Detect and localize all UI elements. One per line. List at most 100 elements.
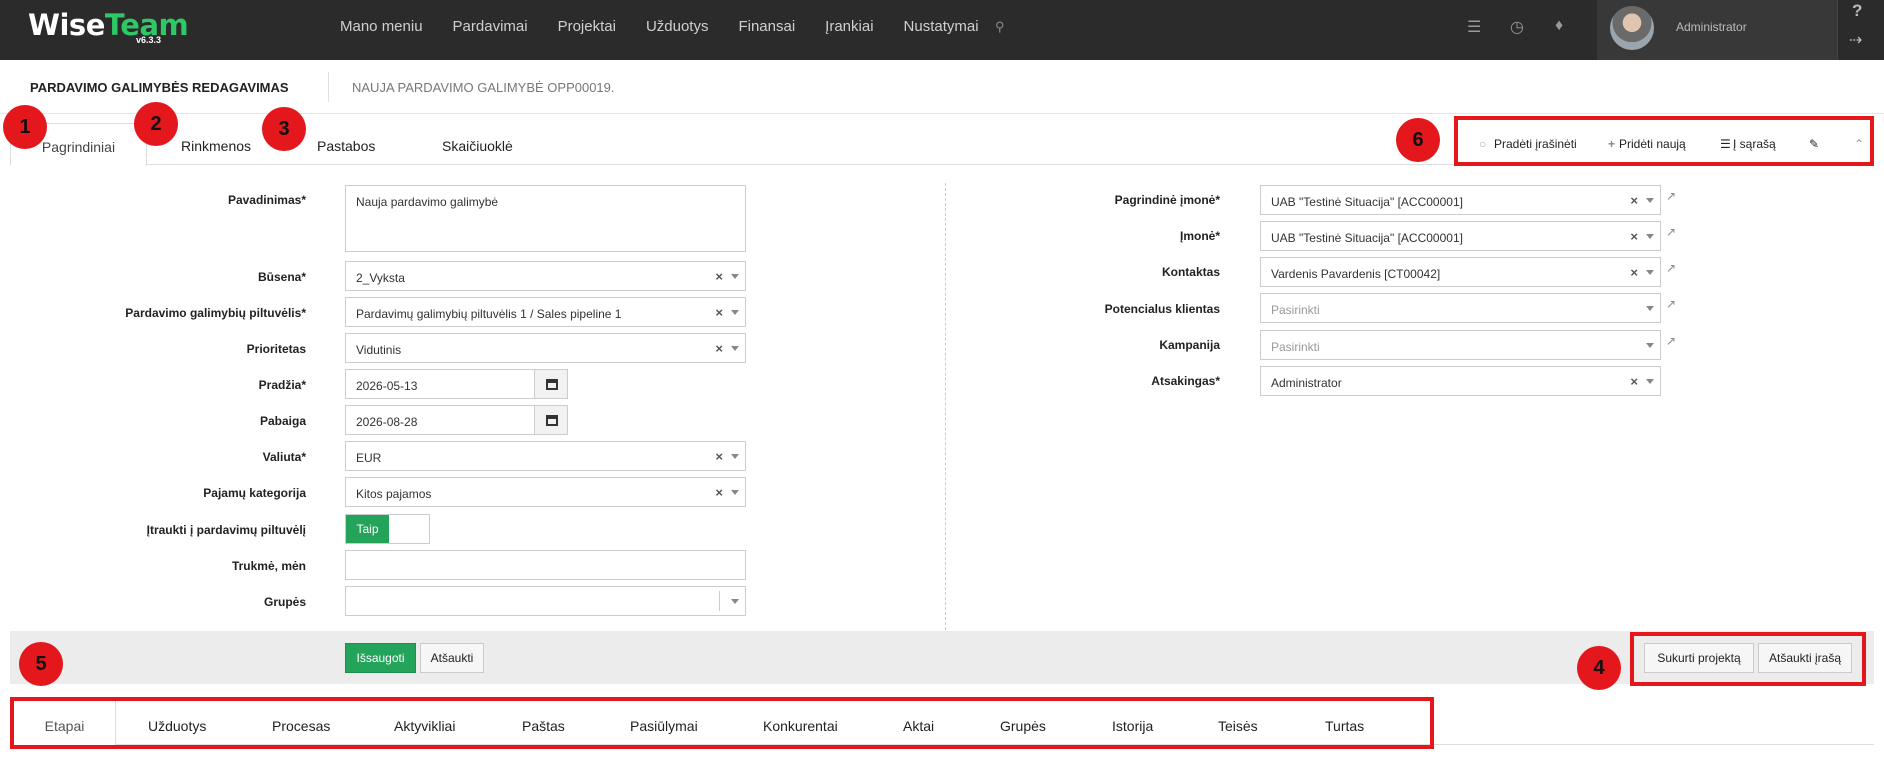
open-external-icon[interactable]: ↗ — [1666, 189, 1676, 203]
chevron-up-icon[interactable]: ⌃ — [1854, 137, 1864, 151]
nav-item-finance[interactable]: Finansai — [738, 18, 795, 35]
status-select[interactable]: 2_Vyksta × — [345, 261, 746, 291]
server-icon[interactable]: ☰ — [1467, 17, 1481, 37]
tab-tasks[interactable]: Užduotys — [148, 718, 206, 734]
chevron-down-icon[interactable] — [731, 346, 739, 351]
currency-select[interactable]: EUR × — [345, 441, 746, 471]
bell-icon[interactable]: ♦ — [1555, 17, 1563, 35]
start-date-input[interactable]: 2026-05-13 — [345, 369, 535, 399]
chevron-down-icon[interactable] — [731, 599, 739, 604]
chevron-down-icon[interactable] — [731, 454, 739, 459]
clear-icon[interactable]: × — [715, 485, 723, 500]
campaign-label: Kampanija — [1159, 338, 1220, 352]
help-icon[interactable]: ? — [1852, 1, 1862, 21]
clear-icon[interactable]: × — [715, 449, 723, 464]
tab-process[interactable]: Procesas — [272, 718, 330, 734]
clock-icon[interactable]: ◷ — [1510, 17, 1524, 37]
chevron-down-icon[interactable] — [1646, 198, 1654, 203]
app-logo[interactable]: WiseTeam — [28, 8, 189, 42]
include-pipeline-toggle[interactable]: Taip — [345, 514, 430, 544]
end-date-calendar-button[interactable] — [534, 405, 568, 435]
end-date-input[interactable]: 2026-08-28 — [345, 405, 535, 435]
chevron-down-icon[interactable] — [1646, 343, 1654, 348]
contact-value: Vardenis Pavardenis [CT00042] — [1271, 267, 1441, 281]
tab-notes[interactable]: Pastabos — [317, 123, 375, 165]
pipeline-select[interactable]: Pardavimų galimybių piltuvėlis 1 / Sales… — [345, 297, 746, 327]
start-recording-button[interactable]: Pradėti įrašinėti — [1494, 137, 1577, 151]
column-divider — [945, 183, 946, 630]
cancel-record-button[interactable]: Atšaukti įrašą — [1758, 643, 1852, 673]
clear-icon[interactable]: × — [715, 341, 723, 356]
pencil-icon[interactable]: ✎ — [1809, 137, 1819, 151]
start-date-value: 2026-05-13 — [356, 379, 418, 393]
app-version: v6.3.3 — [136, 35, 162, 45]
tab-assets[interactable]: Turtas — [1325, 718, 1364, 734]
nav-item-tasks[interactable]: Užduotys — [646, 18, 709, 35]
chevron-down-icon[interactable] — [1646, 234, 1654, 239]
calendar-icon — [546, 379, 558, 390]
tab-acts[interactable]: Aktai — [903, 718, 934, 734]
to-list-button[interactable]: Į sąrašą — [1733, 137, 1776, 151]
create-project-button[interactable]: Sukurti projektą — [1644, 643, 1754, 673]
nav-item-settings[interactable]: Nustatymai — [904, 18, 979, 35]
clear-icon[interactable]: × — [715, 305, 723, 320]
pipeline-value: Pardavimų galimybių piltuvėlis 1 / Sales… — [356, 307, 622, 321]
main-company-select[interactable]: UAB "Testinė Situacija" [ACC00001] × — [1260, 185, 1661, 215]
tab-permissions[interactable]: Teisės — [1218, 718, 1258, 734]
currency-label: Valiuta* — [262, 450, 306, 464]
tab-triggers[interactable]: Aktyvikliai — [394, 718, 455, 734]
currency-value: EUR — [356, 451, 382, 465]
badge-2: 2 — [134, 102, 178, 146]
responsible-label: Atsakingas* — [1151, 374, 1220, 388]
potential-client-placeholder: Pasirinkti — [1271, 303, 1320, 317]
income-category-select[interactable]: Kitos pajamos × — [345, 477, 746, 507]
cancel-button[interactable]: Atšaukti — [420, 643, 484, 673]
chevron-down-icon[interactable] — [1646, 270, 1654, 275]
groups-select[interactable] — [345, 586, 746, 616]
responsible-select[interactable]: Administrator × — [1260, 366, 1661, 396]
tab-offers[interactable]: Pasiūlymai — [630, 718, 698, 734]
tab-history[interactable]: Istorija — [1112, 718, 1153, 734]
potential-client-select[interactable]: Pasirinkti — [1260, 293, 1661, 323]
chevron-down-icon[interactable] — [1646, 379, 1654, 384]
tab-files[interactable]: Rinkmenos — [181, 123, 251, 165]
chevron-down-icon[interactable] — [731, 490, 739, 495]
nav-item-tools[interactable]: Įrankiai — [825, 18, 873, 35]
name-label: Pavadinimas* — [227, 193, 306, 207]
nav-item-sales[interactable]: Pardavimai — [453, 18, 528, 35]
tab-calculator[interactable]: Skaičiuoklė — [442, 123, 513, 165]
user-menu[interactable]: Administrator — [1597, 0, 1837, 60]
logout-icon[interactable]: ⇢ — [1849, 30, 1862, 50]
priority-select[interactable]: Vidutinis × — [345, 333, 746, 363]
company-select[interactable]: UAB "Testinė Situacija" [ACC00001] × — [1260, 221, 1661, 251]
tab-mail[interactable]: Paštas — [522, 718, 565, 734]
page-title: PARDAVIMO GALIMYBĖS REDAGAVIMAS — [30, 80, 289, 95]
open-external-icon[interactable]: ↗ — [1666, 261, 1676, 275]
chevron-down-icon[interactable] — [731, 274, 739, 279]
name-textarea[interactable]: Nauja pardavimo galimybė — [345, 185, 746, 252]
record-icon: ○ — [1479, 137, 1487, 151]
clear-icon[interactable]: × — [715, 269, 723, 284]
open-external-icon[interactable]: ↗ — [1666, 225, 1676, 239]
save-button[interactable]: Išsaugoti — [345, 643, 416, 673]
tab-stages[interactable]: Etapai — [14, 701, 116, 745]
nav-item-my-menu[interactable]: Mano meniu — [340, 18, 423, 35]
add-new-button[interactable]: Pridėti naują — [1619, 137, 1686, 151]
tab-groups[interactable]: Grupės — [1000, 718, 1046, 734]
chevron-down-icon[interactable] — [1646, 306, 1654, 311]
clear-icon[interactable]: × — [1630, 229, 1638, 244]
campaign-select[interactable]: Pasirinkti — [1260, 330, 1661, 360]
contact-select[interactable]: Vardenis Pavardenis [CT00042] × — [1260, 257, 1661, 287]
start-date-calendar-button[interactable] — [534, 369, 568, 399]
open-external-icon[interactable]: ↗ — [1666, 297, 1676, 311]
start-date-label: Pradžia* — [258, 378, 306, 392]
chevron-down-icon[interactable] — [731, 310, 739, 315]
search-icon[interactable]: ⚲ — [995, 19, 1005, 35]
nav-item-projects[interactable]: Projektai — [558, 18, 616, 35]
tab-competitors[interactable]: Konkurentai — [763, 718, 838, 734]
clear-icon[interactable]: × — [1630, 265, 1638, 280]
open-external-icon[interactable]: ↗ — [1666, 334, 1676, 348]
clear-icon[interactable]: × — [1630, 374, 1638, 389]
clear-icon[interactable]: × — [1630, 193, 1638, 208]
duration-input[interactable] — [345, 550, 746, 580]
